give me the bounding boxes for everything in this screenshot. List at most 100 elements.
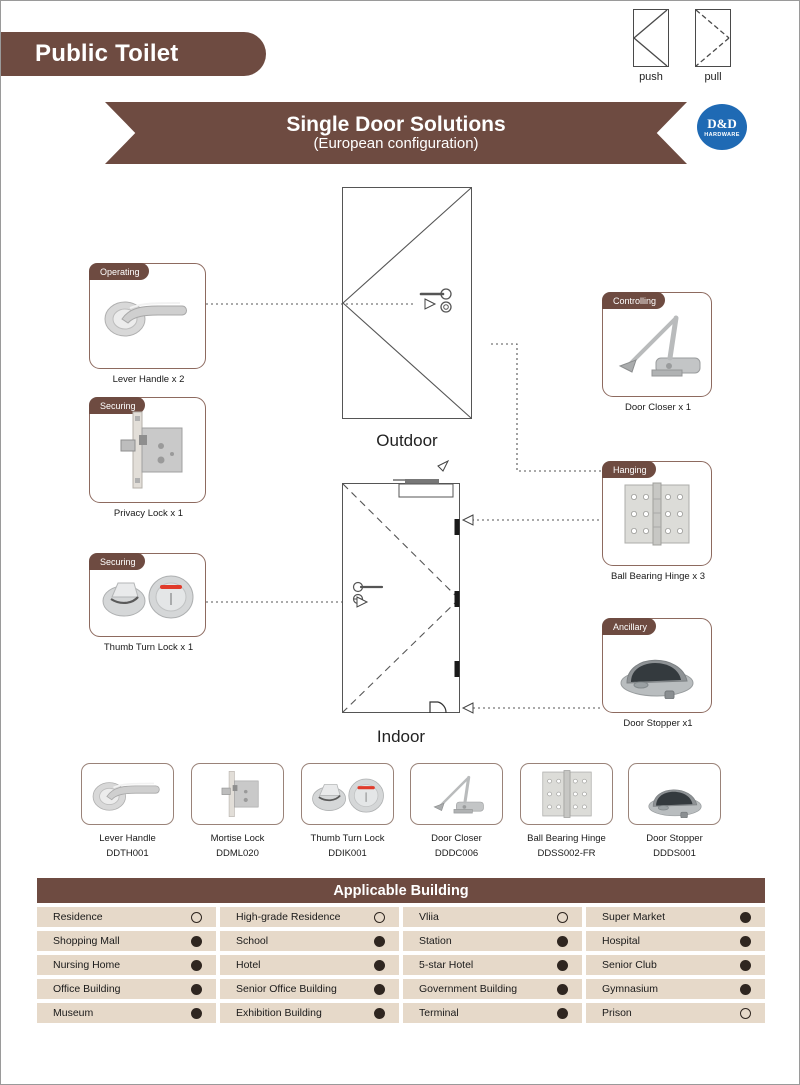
building-cell[interactable]: Hotel: [220, 955, 399, 975]
callout-caption: Lever Handle x 2: [112, 374, 185, 385]
building-cell[interactable]: Senior Office Building: [220, 979, 399, 999]
building-cell[interactable]: Exhibition Building: [220, 1003, 399, 1023]
product-strip: Lever Handle DDTH001 Mortise Lock DDML02…: [81, 763, 721, 863]
building-cell[interactable]: Vliia: [403, 907, 582, 927]
lever-handle-icon: [81, 763, 174, 825]
building-label: Vliia: [419, 911, 439, 923]
status-dot-open: [557, 911, 568, 923]
ball-bearing-hinge-icon: [603, 462, 711, 565]
callout-card-ball-bearing-hinge[interactable]: Hanging Ball Bearing Hinge x 3: [602, 461, 712, 582]
callout-caption: Door Stopper x1: [623, 718, 693, 729]
table-body: Residence High-grade Residence Vliia Super …: [37, 907, 765, 1023]
building-label: Shopping Mall: [53, 935, 120, 947]
door-closer-icon: [603, 293, 711, 396]
building-label: School: [236, 935, 269, 947]
building-cell[interactable]: Hospital: [586, 931, 765, 951]
status-dot-filled: [740, 983, 751, 995]
door-closer-icon: [410, 763, 503, 825]
building-label: Office Building: [53, 983, 121, 995]
building-cell[interactable]: Prison: [586, 1003, 765, 1023]
building-cell[interactable]: Station: [403, 931, 582, 951]
table-title: Applicable Building: [37, 878, 765, 903]
callout-card-lever-handle[interactable]: Operating Lever Handle x 2: [89, 263, 206, 385]
status-dot-filled: [374, 983, 385, 995]
banner: Single Door Solutions (European configur…: [105, 102, 687, 164]
product-name: Lever Handle: [99, 833, 156, 844]
status-dot-filled: [191, 959, 202, 971]
logo-main-text: D&D: [707, 115, 737, 131]
status-dot-filled: [374, 1007, 385, 1019]
building-cell[interactable]: Terminal: [403, 1003, 582, 1023]
callout-caption: Privacy Lock x 1: [113, 508, 184, 519]
banner-title: Single Door Solutions: [286, 112, 506, 136]
building-cell[interactable]: School: [220, 931, 399, 951]
thumb-turn-lock-icon: [301, 763, 394, 825]
product-item-ball-bearing-hinge[interactable]: Ball Bearing Hinge DDSS002-FR: [520, 763, 613, 859]
callout-card-door-stopper[interactable]: Ancillary Door Stopper x1: [602, 618, 712, 729]
building-cell[interactable]: Gymnasium: [586, 979, 765, 999]
building-cell[interactable]: Senior Club: [586, 955, 765, 975]
product-name: Door Stopper: [646, 833, 703, 844]
status-dot-filled: [191, 983, 202, 995]
product-item-thumb-turn-lock[interactable]: Thumb Turn Lock DDIK001: [301, 763, 394, 859]
pull-label: pull: [704, 71, 722, 83]
building-cell[interactable]: Residence: [37, 907, 216, 927]
status-dot-open: [374, 911, 385, 923]
building-label: Senior Club: [602, 959, 657, 971]
status-dot-filled: [374, 935, 385, 947]
building-cell[interactable]: 5-star Hotel: [403, 955, 582, 975]
page-title: Public Toilet: [35, 40, 179, 67]
building-cell[interactable]: Office Building: [37, 979, 216, 999]
building-cell[interactable]: Nursing Home: [37, 955, 216, 975]
building-cell[interactable]: Shopping Mall: [37, 931, 216, 951]
building-label: High-grade Residence: [236, 911, 341, 923]
building-cell[interactable]: Super Market: [586, 907, 765, 927]
building-label: Museum: [53, 1007, 94, 1019]
applicable-building-table: Applicable Building Residence High-grade …: [37, 878, 765, 1027]
product-name: Door Closer: [431, 833, 482, 844]
building-label: Residence: [53, 911, 103, 923]
status-dot-filled: [557, 983, 568, 995]
product-code: DDSS002-FR: [537, 848, 596, 859]
table-row: Museum Exhibition Building Terminal Prison: [37, 1003, 765, 1023]
product-item-door-stopper[interactable]: Door Stopper DDDS001: [628, 763, 721, 859]
product-item-door-closer[interactable]: Door Closer DDDC006: [410, 763, 503, 859]
door-stopper-icon: [603, 619, 711, 712]
status-dot-open: [191, 911, 202, 923]
outdoor-caption: Outdoor: [376, 431, 438, 450]
product-name: Thumb Turn Lock: [310, 833, 385, 844]
building-cell[interactable]: Museum: [37, 1003, 216, 1023]
building-cell[interactable]: High-grade Residence: [220, 907, 399, 927]
pull-symbol: pull: [695, 9, 731, 83]
pull-icon: [695, 9, 731, 67]
status-dot-open: [740, 1007, 751, 1019]
building-label: Hotel: [236, 959, 261, 971]
push-icon: [633, 9, 669, 67]
product-item-lever-handle[interactable]: Lever Handle DDTH001: [81, 763, 174, 859]
product-code: DDDS001: [653, 848, 696, 859]
product-name: Mortise Lock: [210, 833, 265, 844]
product-code: DDDC006: [434, 848, 479, 859]
callout-card-door-closer[interactable]: Controlling Door Closer x 1: [602, 292, 712, 413]
door-closer-symbol: [393, 479, 454, 498]
callout-card-privacy-lock[interactable]: Securing Privacy Lock x 1: [89, 397, 206, 519]
status-dot-filled: [191, 935, 202, 947]
status-dot-filled: [191, 1007, 202, 1019]
product-code: DDIK001: [328, 848, 367, 859]
status-dot-filled: [740, 911, 751, 923]
status-dot-filled: [557, 959, 568, 971]
callout-card-thumb-turn-lock[interactable]: Securing Thumb Turn Lock x 1: [89, 553, 206, 653]
datasheet-page: Public Toilet push pull Single Door Solu…: [0, 0, 800, 1085]
brand-logo: D&D HARDWARE: [697, 104, 747, 150]
callout-caption: Thumb Turn Lock x 1: [103, 642, 194, 653]
product-code: DDML020: [216, 848, 259, 859]
product-item-mortise-lock[interactable]: Mortise Lock DDML020: [191, 763, 284, 859]
building-label: 5-star Hotel: [419, 959, 474, 971]
indoor-door-diagram: [342, 479, 460, 713]
table-row: Shopping Mall School Station Hospital: [37, 931, 765, 951]
status-dot-filled: [740, 959, 751, 971]
push-label: push: [639, 71, 663, 83]
product-code: DDTH001: [106, 848, 149, 859]
building-cell[interactable]: Government Building: [403, 979, 582, 999]
logo-sub-text: HARDWARE: [704, 131, 740, 138]
